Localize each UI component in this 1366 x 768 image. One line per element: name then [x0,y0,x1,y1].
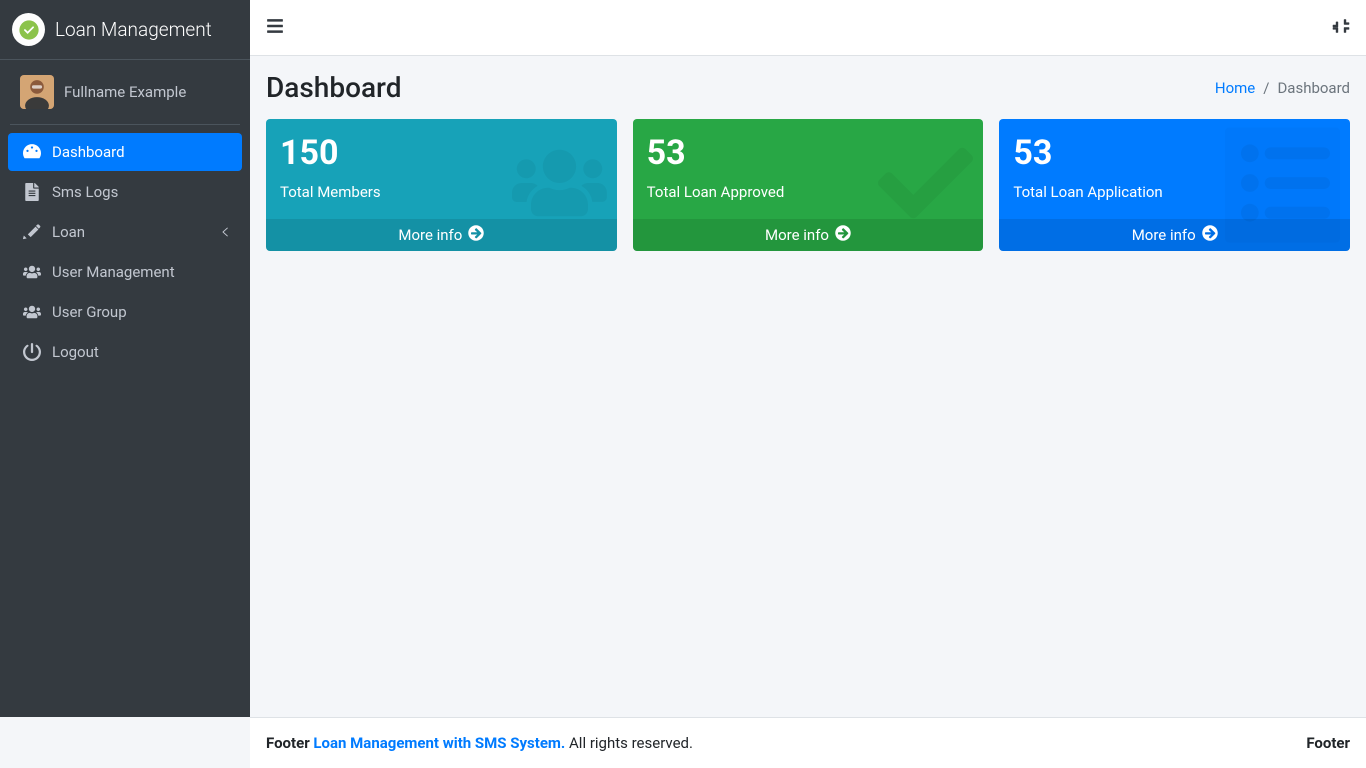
users-icon [20,303,44,321]
brand-title: Loan Management [55,18,212,41]
compress-icon [1332,17,1350,39]
dashboard-icon [20,143,44,161]
sidebar-item-label: Dashboard [52,143,125,161]
breadcrumb-current: Dashboard [1277,79,1350,97]
card-value: 53 [647,133,970,173]
card-label: Total Loan Application [1013,183,1336,201]
footer-left: Footer Loan Management with SMS System. … [266,734,693,752]
card-loan-approved: 53 Total Loan Approved More info [633,119,984,251]
more-info-label: More info [765,226,829,244]
page-title: Dashboard [266,71,401,104]
menu-toggle-button[interactable] [266,17,284,39]
card-value: 53 [1013,133,1336,173]
footer-brand-link[interactable]: Loan Management with SMS System. [313,734,565,752]
stat-cards-row: 150 Total Members More info [266,119,1350,251]
brand-link[interactable]: Loan Management [0,0,250,60]
card-loan-application: 53 Total Loan Application More info [999,119,1350,251]
sidebar-item-usermgmt[interactable]: User Management [8,253,242,291]
card-total-members: 150 Total Members More info [266,119,617,251]
main-area: Dashboard Home / Dashboard 150 Total Mem… [250,0,1366,717]
bars-icon [266,17,284,39]
sidebar-item-label: Logout [52,343,99,361]
user-fullname: Fullname Example [64,83,186,101]
content-body: 150 Total Members More info [250,119,1366,717]
sidebar-item-dashboard[interactable]: Dashboard [8,133,242,171]
footer-prefix: Footer [266,734,313,752]
arrow-circle-right-icon [835,225,851,245]
chevron-left-icon [220,223,230,241]
sidebar-item-label: User Group [52,303,127,321]
arrow-circle-right-icon [1202,225,1218,245]
card-label: Total Loan Approved [647,183,970,201]
sidebar-item-smslogs[interactable]: Sms Logs [8,173,242,211]
sidebar: Loan Management Fullname Example Dashboa… [0,0,250,717]
sidebar-item-label: Sms Logs [52,183,118,201]
avatar-icon [20,75,54,109]
footer-right: Footer [1306,734,1350,752]
top-navbar [250,0,1366,56]
sidebar-item-loan[interactable]: Loan [8,213,242,251]
brand-logo-icon [12,13,45,46]
breadcrumb-separator: / [1263,79,1269,97]
power-icon [20,343,44,361]
content-header: Dashboard Home / Dashboard [250,56,1366,119]
sidebar-item-label: User Management [52,263,175,281]
breadcrumb: Home / Dashboard [1215,79,1350,97]
page-footer: Footer Loan Management with SMS System. … [250,717,1366,768]
user-panel[interactable]: Fullname Example [10,60,240,125]
edit-icon [20,223,44,241]
sidebar-item-label: Loan [52,223,85,241]
sidebar-item-usergroup[interactable]: User Group [8,293,242,331]
more-info-label: More info [398,226,462,244]
users-icon [20,263,44,281]
more-info-label: More info [1132,226,1196,244]
breadcrumb-home-link[interactable]: Home [1215,79,1255,97]
file-icon [20,183,44,201]
fullscreen-toggle-button[interactable] [1332,17,1350,39]
sidebar-nav: Dashboard Sms Logs Loan [0,125,250,381]
footer-rights: All rights reserved. [569,734,693,752]
card-label: Total Members [280,183,603,201]
sidebar-item-logout[interactable]: Logout [8,333,242,371]
card-value: 150 [280,133,603,173]
arrow-circle-right-icon [468,225,484,245]
